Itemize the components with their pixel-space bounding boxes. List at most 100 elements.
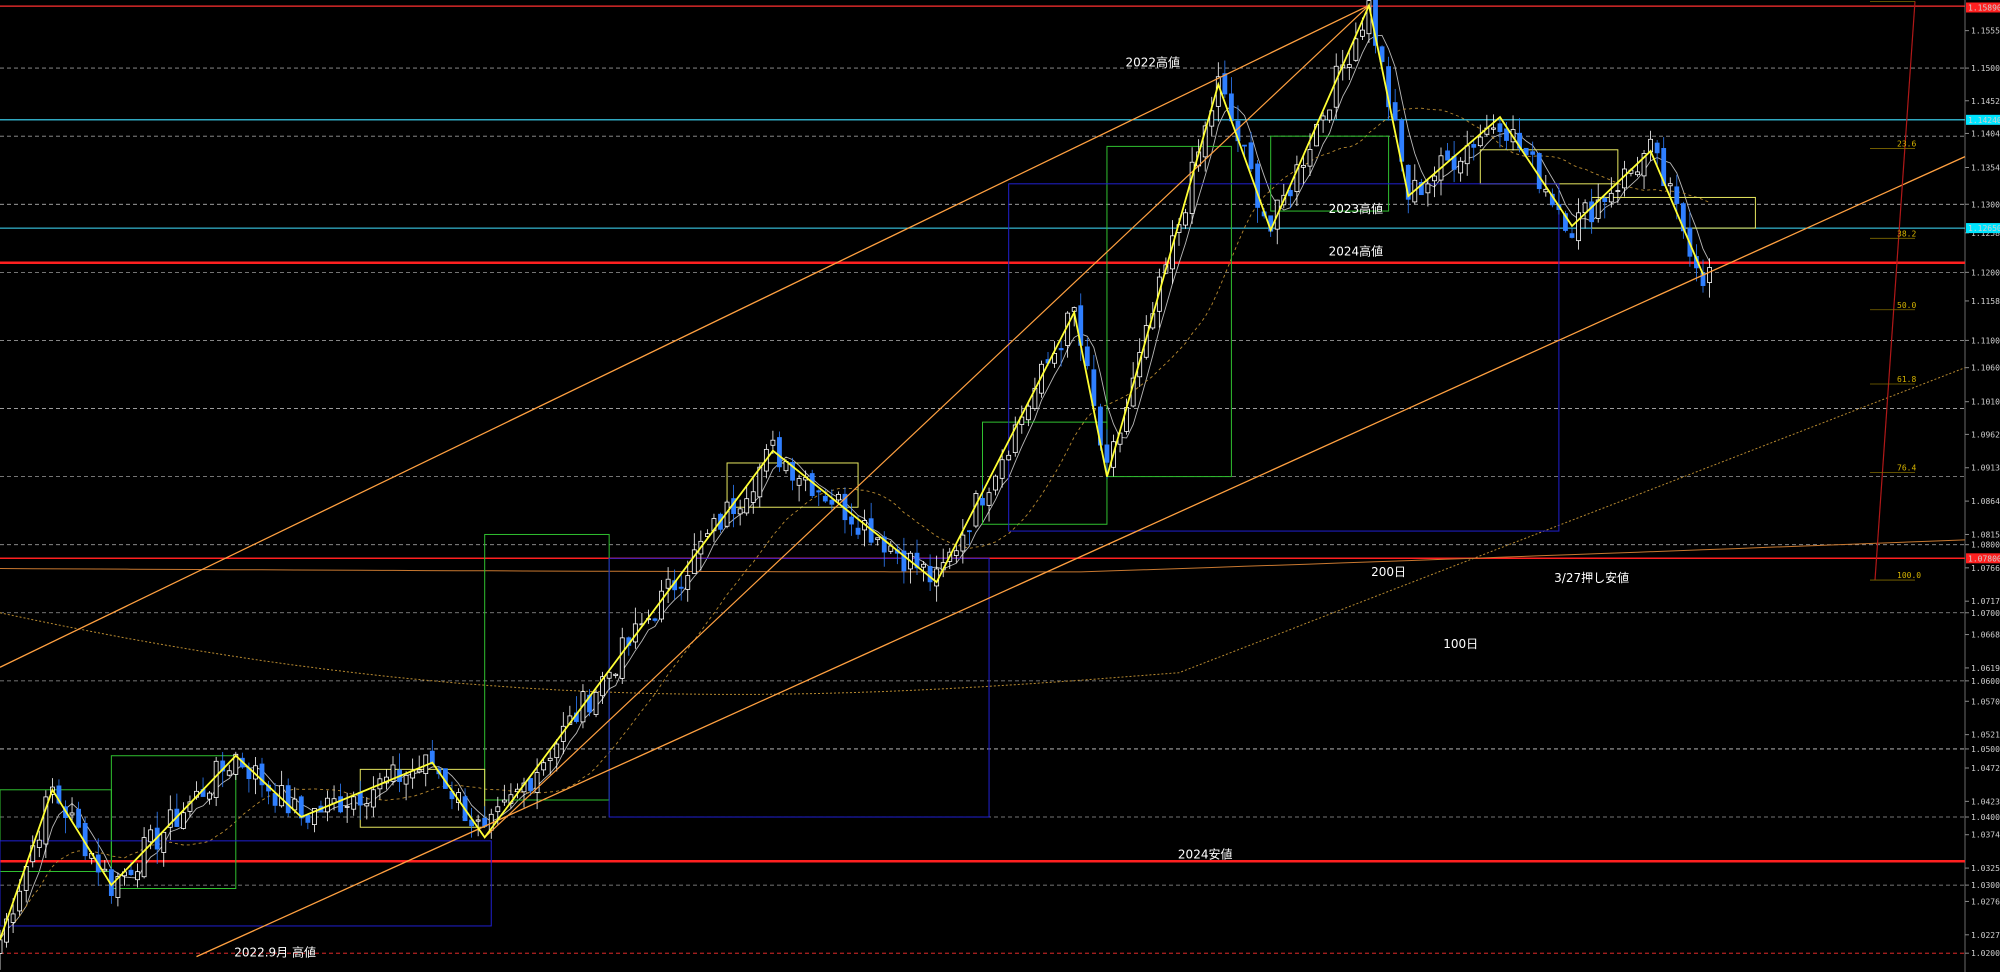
candle-body [226,770,232,776]
candle-body [292,798,298,811]
candle-body [777,437,782,468]
candle-body [475,819,481,822]
candle-body [1635,171,1640,176]
candle-body [921,563,926,568]
ma-mid-line [0,107,1710,941]
trendline [484,5,1370,838]
candle-body [1615,190,1621,192]
candle-body [1392,102,1398,121]
y-tick-label: 1.07660 [1971,564,2000,573]
candle-body [967,530,972,533]
y-tick-label: 1.13540 [1971,163,2000,172]
candle-body [744,498,750,514]
candle-body [1346,64,1352,68]
candle-body [855,527,861,535]
chart-root: 0.0 23.6 38.2 50.0 61.8 76.4 100.0 2022高値 2023高値… [0,0,2000,972]
candle-body [135,871,140,881]
fib-level-label: 0.0 [1897,0,1912,1]
candle-body [1491,127,1496,130]
candle-body [1497,123,1503,132]
candle-body [501,799,507,803]
candle-body [796,478,802,486]
candle-body [737,508,743,515]
candle-body [416,769,422,773]
candle-body [285,785,291,814]
candle-body [1248,142,1254,170]
chart-annotation: 2024安値 [1178,847,1233,862]
range-box [608,557,990,818]
y-tick-label: 1.07170 [1971,597,2000,606]
candle-body [822,495,828,502]
candle-body [836,493,841,501]
candle-body [338,796,344,813]
y-tick-label: 1.05000 [1971,745,2000,754]
fib-level-label: 23.6 [1897,139,1916,148]
candle-body [17,890,23,912]
candle-body [1104,444,1110,463]
candle-body [528,778,533,791]
candle-body [1445,150,1450,161]
fib-level-label: 50.0 [1897,301,1916,310]
candle-body [1242,144,1247,147]
candle-body [180,812,186,829]
candle-body [351,796,357,810]
range-box [484,533,610,801]
candle-body [1025,405,1031,421]
chart-annotation: 3/27押し安値 [1554,570,1629,585]
candle-body [547,757,553,762]
candle-body [1006,454,1012,461]
eurusd-daily-chart[interactable]: 0.0 23.6 38.2 50.0 61.8 76.4 100.0 2022高値 2023高値… [0,0,2000,972]
candle-body [554,743,560,759]
candle-body [1301,164,1306,168]
candle-body [1333,65,1339,108]
y-tick-label: 1.10600 [1971,364,2000,373]
candle-body [993,475,998,491]
candle-body [1471,144,1477,148]
candle-body [1183,212,1188,226]
y-tick-label: 1.03740 [1971,831,2000,840]
candle-body [1674,186,1680,204]
candle-body [1287,190,1293,197]
range-box [1270,135,1390,212]
y-tick-label: 1.11580 [1971,297,2000,306]
y-tick-label: 1.02270 [1971,931,2000,940]
fib-level-label: 38.2 [1897,229,1916,238]
candle-body [849,516,854,525]
candle-body [809,473,815,497]
candle-body [659,590,664,620]
candle-body [927,566,933,583]
chart-annotation: 2022高値 [1126,55,1181,70]
candle-body [816,490,822,493]
candle-body [980,497,985,506]
candle-body [613,673,619,676]
y-tick-label: 1.15000 [1971,64,2000,73]
candle-body [750,491,756,503]
candle-body [344,806,350,808]
candle-body [141,837,147,878]
candle-body [1327,109,1333,121]
candle-body [0,939,3,954]
ma-100-line [0,367,1966,695]
y-tick-label: 1.05700 [1971,697,2000,706]
candle-body [770,439,776,446]
y-tick-label: 1.08150 [1971,530,2000,539]
y-tick-label: 1.12000 [1971,268,2000,277]
candle-body [541,762,547,771]
chart-annotation: 2023高値 [1329,201,1384,216]
ma-short-line [0,34,1710,941]
candle-body [1425,183,1431,194]
candle-body [973,493,979,527]
chart-annotation: 2022.9月 高値 [234,945,316,960]
candle-body [370,789,376,808]
candle-body [1255,163,1260,208]
candle-body [1360,29,1365,37]
candle-body [1458,160,1464,174]
candle-body [495,806,501,813]
y-tick-label: 1.10100 [1971,398,2000,407]
y-tick-label: 1.03250 [1971,864,2000,873]
candle-body [1477,136,1483,147]
candle-body [665,578,671,589]
y-tick-label: 1.09130 [1971,464,2000,473]
y-tick-label: 1.02000 [1971,949,2000,958]
candle-body [1307,149,1313,167]
